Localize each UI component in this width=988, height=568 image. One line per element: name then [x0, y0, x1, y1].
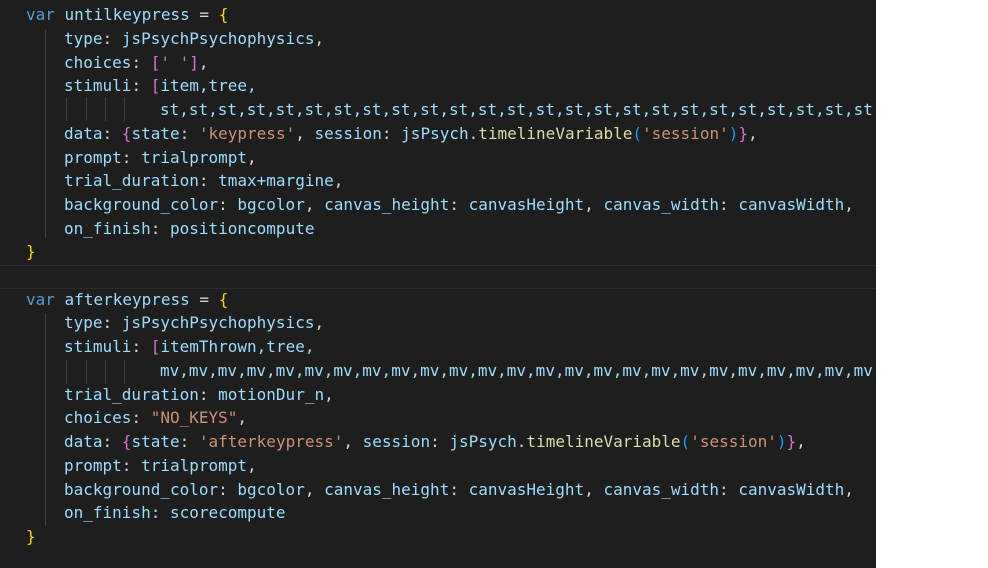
property-key: prompt: [64, 456, 122, 475]
property-key: on_finish: [64, 503, 151, 522]
property-value: canvasWidth: [738, 480, 845, 499]
code-line-5: st,st,st,st,st,st,st,st,st,st,st,st,st,s…: [0, 98, 876, 122]
code-line-23: }: [0, 525, 36, 549]
variable-name: untilkeypress: [64, 5, 190, 24]
code-line-13: var afterkeypress = {: [0, 288, 228, 312]
array-items: item,tree,: [160, 76, 257, 95]
property-key: state: [131, 124, 180, 143]
property-key: stimuli: [64, 337, 132, 356]
code-line-14: type: jsPsychPsychophysics,: [64, 313, 325, 332]
code-line-6: data: {state: 'keypress', session: jsPsy…: [64, 124, 758, 143]
brace-close: }: [26, 242, 36, 261]
property-value: canvasWidth: [738, 195, 845, 214]
bracket-open: [: [150, 76, 161, 95]
code-line-15: stimuli: [itemThrown,tree,: [64, 337, 315, 356]
property-value: canvasHeight: [468, 480, 585, 499]
property-key: on_finish: [64, 219, 151, 238]
keyword-var: var: [26, 290, 55, 309]
paren-open: (: [632, 124, 643, 143]
property-value: scorecompute: [169, 503, 286, 522]
property-value: trialprompt: [141, 456, 248, 475]
brace-open: {: [218, 5, 229, 24]
bracket-open: [: [150, 53, 161, 72]
property-value: canvasHeight: [468, 195, 585, 214]
array-items-continued: st,st,st,st,st,st,st,st,st,st,st,st,st,s…: [160, 100, 876, 119]
brace-close: }: [786, 432, 797, 451]
code-editor[interactable]: var untilkeypress = { type: jsPsychPsych…: [0, 0, 876, 568]
brace-close: }: [738, 124, 748, 143]
code-line-19: data: {state: 'afterkeypress', session: …: [64, 432, 806, 451]
code-line-7: prompt: trialprompt,: [64, 148, 257, 167]
property-value: bgcolor: [237, 480, 305, 499]
bracket-close: ]: [189, 53, 199, 72]
property-key: choices: [64, 53, 132, 72]
string-literal: "NO_KEYS": [150, 408, 238, 427]
string-literal: 'session': [642, 124, 729, 143]
property-key: trial_duration: [64, 385, 199, 404]
code-line-17: trial_duration: motionDur_n,: [64, 385, 334, 404]
operator-assign: =: [189, 5, 219, 24]
object-name: jsPsych: [401, 124, 469, 143]
operator-assign: =: [189, 290, 219, 309]
paren-close: ): [728, 124, 739, 143]
property-key: data: [64, 432, 103, 451]
property-value: positioncompute: [169, 219, 315, 238]
paren-open: (: [680, 432, 691, 451]
property-value: jsPsychPsychophysics: [121, 313, 315, 332]
property-value: jsPsychPsychophysics: [121, 29, 315, 48]
code-line-4: stimuli: [item,tree,: [64, 76, 257, 95]
code-line-10: on_finish: positioncompute: [64, 219, 315, 238]
property-key: prompt: [64, 148, 122, 167]
property-key: session: [362, 432, 431, 451]
property-value: bgcolor: [237, 195, 305, 214]
paren-close: ): [776, 432, 787, 451]
code-line-20: prompt: trialprompt,: [64, 456, 257, 475]
property-value: motionDur_n: [218, 385, 325, 404]
array-items-continued: mv,mv,mv,mv,mv,mv,mv,mv,mv,mv,mv,mv,mv,m…: [160, 361, 876, 380]
code-line-18: choices: "NO_KEYS",: [64, 408, 248, 427]
method-name: timelineVariable: [526, 432, 681, 451]
code-line-21: background_color: bgcolor, canvas_height…: [64, 480, 854, 499]
brace-open: {: [218, 290, 229, 309]
property-key: type: [64, 29, 103, 48]
code-line-8: trial_duration: tmax+margine,: [64, 171, 344, 190]
property-value: tmax+margine: [218, 171, 334, 190]
string-literal: 'afterkeypress': [198, 432, 344, 451]
property-key: state: [131, 432, 180, 451]
property-key: canvas_width: [603, 195, 720, 214]
method-name: timelineVariable: [478, 124, 633, 143]
string-literal: ' ': [160, 53, 190, 72]
property-key: stimuli: [64, 76, 132, 95]
brace-open: {: [121, 124, 132, 143]
property-key: background_color: [64, 480, 219, 499]
property-key: background_color: [64, 195, 219, 214]
code-line-2: type: jsPsychPsychophysics,: [64, 29, 325, 48]
line-separator: [0, 265, 876, 266]
property-key: type: [64, 313, 103, 332]
brace-close: }: [26, 527, 36, 546]
property-value: trialprompt: [141, 148, 248, 167]
array-items: itemThrown,tree,: [160, 337, 315, 356]
property-key: data: [64, 124, 103, 143]
property-key: choices: [64, 408, 132, 427]
variable-name: afterkeypress: [64, 290, 190, 309]
property-key: trial_duration: [64, 171, 199, 190]
property-key: session: [314, 124, 382, 143]
object-name: jsPsych: [449, 432, 517, 451]
code-line-3: choices: [' '],: [64, 53, 209, 72]
code-line-9: background_color: bgcolor, canvas_height…: [64, 195, 854, 214]
code-line-11: }: [0, 240, 36, 264]
code-line-22: on_finish: scorecompute: [64, 503, 286, 522]
property-key: canvas_width: [603, 480, 720, 499]
string-literal: 'session': [690, 432, 777, 451]
property-key: canvas_height: [324, 480, 450, 499]
string-literal: 'keypress': [198, 124, 296, 143]
brace-open: {: [121, 432, 132, 451]
bracket-open: [: [150, 337, 161, 356]
keyword-var: var: [26, 5, 55, 24]
code-line-1: var untilkeypress = {: [0, 3, 228, 27]
property-key: canvas_height: [324, 195, 450, 214]
code-line-16: mv,mv,mv,mv,mv,mv,mv,mv,mv,mv,mv,mv,mv,m…: [0, 359, 876, 383]
